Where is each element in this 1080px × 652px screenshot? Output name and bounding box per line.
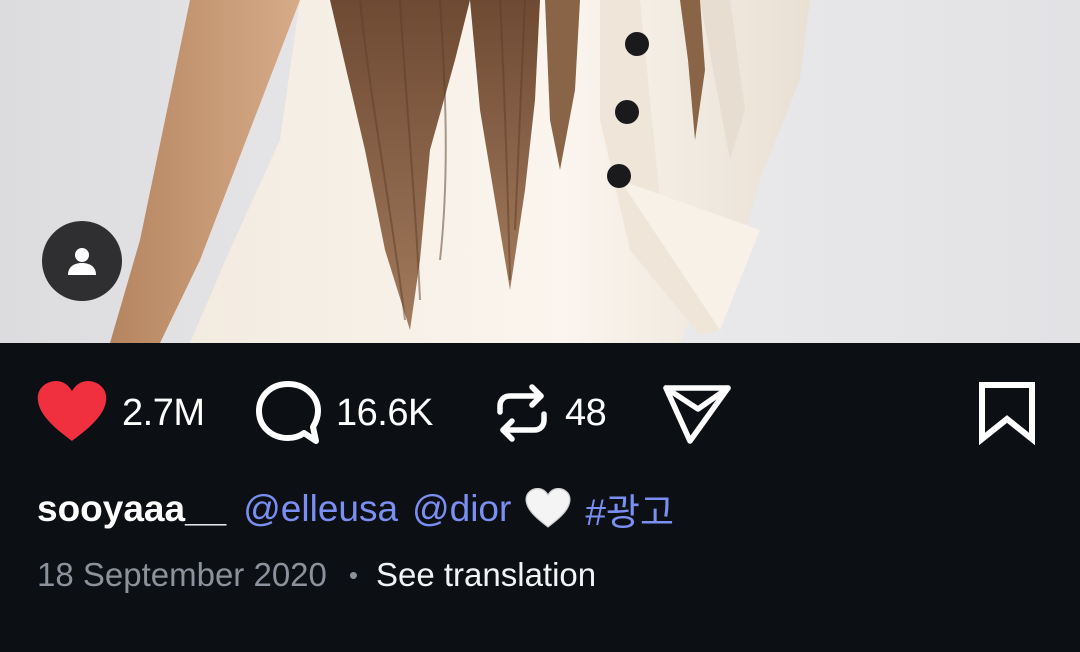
- bookmark-button[interactable]: [976, 381, 1038, 445]
- heart-icon: [37, 381, 107, 441]
- share-icon: [663, 385, 731, 444]
- share-button[interactable]: [662, 381, 732, 445]
- repost-count: 48: [565, 391, 607, 434]
- hashtag-link[interactable]: #광고: [585, 482, 674, 536]
- repost-icon: [497, 384, 547, 442]
- comment-button[interactable]: 16.6K: [254, 381, 433, 445]
- mention-link[interactable]: @dior: [412, 488, 511, 530]
- action-bar: 2.7M 16.6K 48: [0, 343, 1080, 483]
- comment-icon: [256, 381, 321, 444]
- like-button[interactable]: 2.7M: [36, 381, 205, 445]
- separator-dot: •: [348, 559, 358, 590]
- tagged-users-button[interactable]: [42, 221, 122, 301]
- post-date: 18 September 2020: [37, 556, 327, 593]
- post-caption: sooyaaa__ @elleusa @dior #광고: [37, 487, 674, 533]
- user-icon: [68, 248, 96, 275]
- comment-count: 16.6K: [336, 391, 433, 434]
- white-heart-icon: [525, 488, 571, 530]
- post-photo[interactable]: [0, 0, 1080, 343]
- post-image: [0, 0, 1080, 343]
- mention-link[interactable]: @elleusa: [243, 488, 398, 530]
- bookmark-icon: [979, 382, 1035, 445]
- username-link[interactable]: sooyaaa__: [37, 488, 226, 530]
- post-meta: 18 September 2020 • See translation: [37, 555, 596, 595]
- see-translation-link[interactable]: See translation: [376, 556, 596, 594]
- repost-button[interactable]: 48: [493, 381, 607, 445]
- like-count: 2.7M: [122, 391, 205, 434]
